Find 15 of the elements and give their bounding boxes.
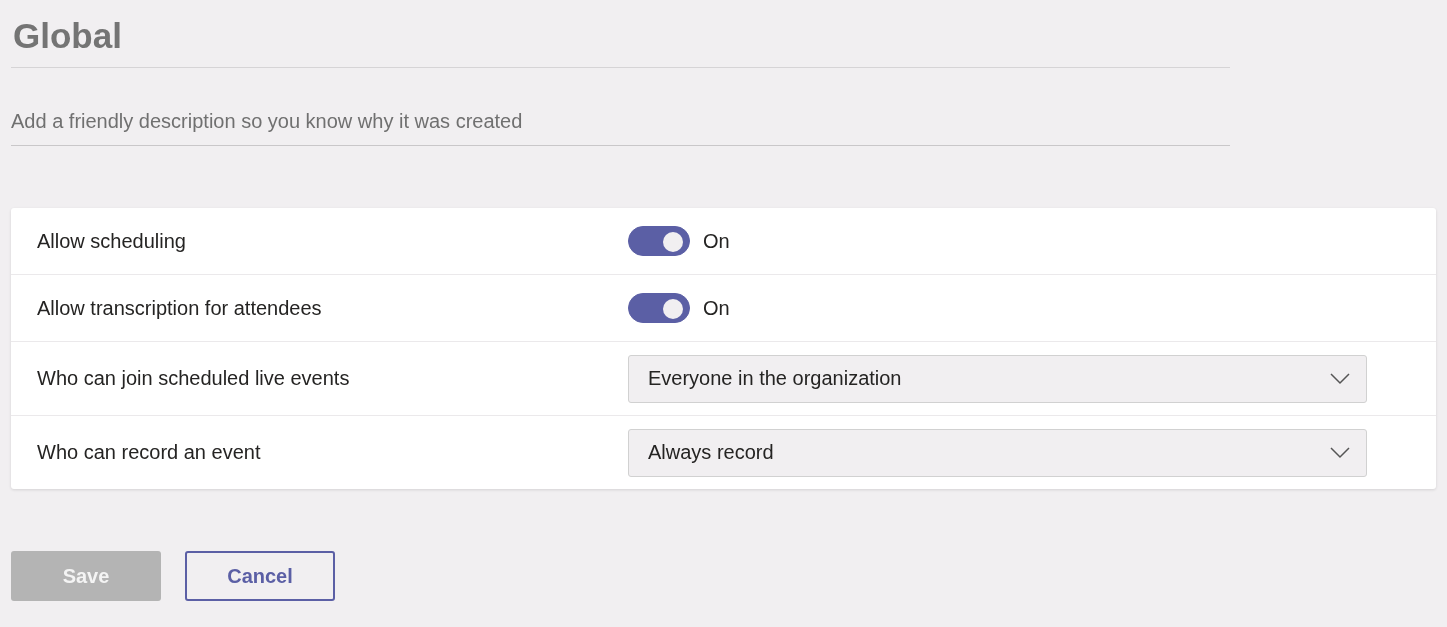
dropdown[interactable]: Everyone in the organization: [628, 354, 1367, 403]
toggle-switch[interactable]: [628, 226, 690, 256]
toggle-state-label: On: [703, 296, 730, 320]
setting-label: Who can record an event: [37, 441, 262, 464]
setting-label: Allow scheduling: [37, 229, 187, 253]
dropdown[interactable]: Always record: [628, 428, 1367, 477]
setting-label: Who can join scheduled live events: [37, 367, 351, 390]
setting-label: Allow transcription for attendees: [37, 296, 323, 320]
chevron-down-icon: [1330, 372, 1350, 385]
chevron-down-icon: [1330, 446, 1350, 459]
policy-title: Global: [13, 15, 123, 57]
toggle-switch[interactable]: [628, 293, 690, 323]
toggle-state-label: On: [703, 229, 730, 253]
description-field[interactable]: Add a friendly description so you know why it was created: [11, 104, 1230, 146]
cancel-button[interactable]: Cancel: [185, 551, 335, 601]
